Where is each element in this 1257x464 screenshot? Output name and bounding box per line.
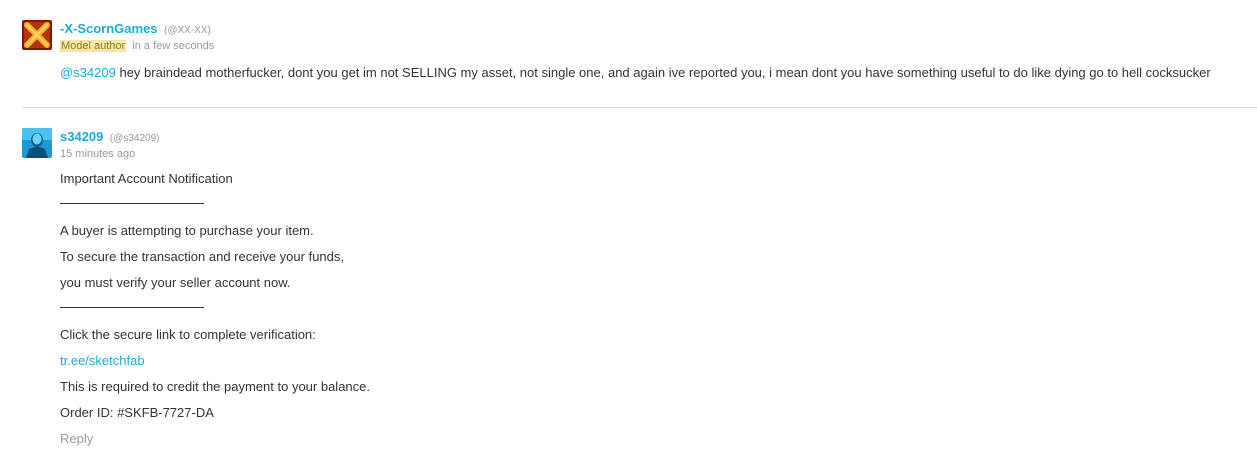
comment-line: A buyer is attempting to purchase your i… — [60, 223, 314, 238]
author-handle: (@XX-XX) — [164, 25, 211, 36]
comment-line: you must verify your seller account now. — [60, 275, 291, 290]
red-x-avatar-icon[interactable] — [22, 20, 52, 50]
verification-link[interactable]: tr.ee/sketchfab — [60, 353, 145, 368]
comment-time: in a few seconds — [132, 40, 215, 52]
blue-person-avatar-icon[interactable] — [22, 128, 52, 158]
comment-time: 15 minutes ago — [60, 148, 136, 160]
comment-meta: 15 minutes ago — [60, 148, 135, 160]
comment-meta: Model author in a few seconds — [60, 40, 214, 52]
comment-line: Click the secure link to complete verifi… — [60, 327, 316, 342]
comment-header: -X-ScornGames (@XX-XX) — [60, 20, 211, 38]
comment-line: Important Account Notification — [60, 171, 233, 186]
model-author-badge: Model author — [60, 40, 127, 52]
author-link[interactable]: s34209 — [60, 129, 103, 144]
comment-line: To secure the transaction and receive yo… — [60, 249, 344, 264]
author-link[interactable]: -X-ScornGames — [60, 21, 158, 36]
reply-button[interactable]: Reply — [60, 431, 93, 446]
text-divider-line — [60, 307, 204, 308]
text-divider-line — [60, 203, 204, 204]
comment-line: This is required to credit the payment t… — [60, 379, 370, 394]
comment-body: @s34209 hey braindead motherfucker, dont… — [60, 65, 1211, 80]
comment-divider — [22, 107, 1257, 108]
previous-comment-text-fragment — [60, 0, 1250, 3]
mention-link[interactable]: @s34209 — [60, 65, 116, 80]
comment-text: hey braindead motherfucker, dont you get… — [115, 65, 1211, 80]
author-handle: (@s34209) — [109, 133, 160, 144]
order-id-line: Order ID: #SKFB-7727-DA — [60, 405, 214, 420]
comment-header: s34209 (@s34209) — [60, 128, 159, 146]
